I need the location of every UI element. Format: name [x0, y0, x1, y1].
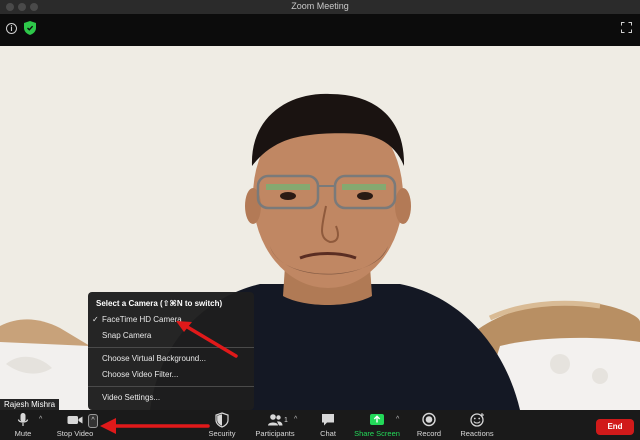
menu-divider — [88, 386, 254, 387]
end-meeting-button[interactable]: End — [596, 419, 634, 435]
mute-label: Mute — [14, 429, 32, 438]
record-icon — [422, 412, 436, 427]
chevron-up-icon[interactable]: ^ — [396, 416, 399, 423]
participants-label: Participants — [255, 429, 295, 438]
chevron-up-icon[interactable]: ^ — [88, 414, 98, 428]
participants-button[interactable]: Participants — [252, 410, 298, 440]
chevron-up-icon[interactable]: ^ — [294, 416, 297, 423]
reactions-button[interactable]: Reactions — [458, 410, 496, 440]
info-icon[interactable]: i — [6, 23, 17, 34]
chat-label: Chat — [320, 429, 336, 438]
microphone-icon — [17, 413, 29, 426]
camera-option-label: Snap Camera — [102, 331, 152, 340]
mute-button[interactable]: Mute — [6, 410, 40, 440]
reactions-icon — [470, 413, 484, 427]
checkmark-icon: ✓ — [92, 315, 99, 324]
annotation-arrow-icon — [176, 321, 238, 358]
record-label: Record — [416, 429, 442, 438]
meeting-top-bar: i — [0, 14, 640, 46]
participants-icon — [268, 414, 283, 426]
menu-item-video-settings[interactable]: Video Settings... — [88, 390, 254, 406]
chat-icon — [322, 414, 334, 426]
reactions-label: Reactions — [460, 429, 494, 438]
chat-button[interactable]: Chat — [314, 410, 342, 440]
annotation-arrow-icon — [100, 418, 210, 434]
meeting-toolbar: Mute ^ Stop Video ^ Security Participant… — [0, 410, 640, 440]
chevron-up-icon[interactable]: ^ — [39, 416, 42, 423]
share-screen-icon — [370, 414, 384, 425]
security-label: Security — [208, 429, 236, 438]
video-camera-icon — [67, 416, 83, 424]
security-shield-icon — [215, 412, 229, 428]
menu-item-video-filter[interactable]: Choose Video Filter... — [88, 367, 254, 383]
record-button[interactable]: Record — [414, 410, 444, 440]
participant-count: 1 — [284, 417, 288, 424]
share-screen-label: Share Screen — [354, 429, 400, 438]
window-titlebar: Zoom Meeting — [0, 0, 640, 14]
window-title: Zoom Meeting — [291, 1, 349, 11]
camera-menu-header: Select a Camera (⇧⌘N to switch) — [96, 299, 223, 308]
fullscreen-icon[interactable] — [621, 22, 632, 33]
stop-video-label: Stop Video — [56, 429, 94, 438]
shield-icon[interactable] — [24, 21, 36, 35]
share-screen-button[interactable]: Share Screen — [352, 410, 402, 440]
